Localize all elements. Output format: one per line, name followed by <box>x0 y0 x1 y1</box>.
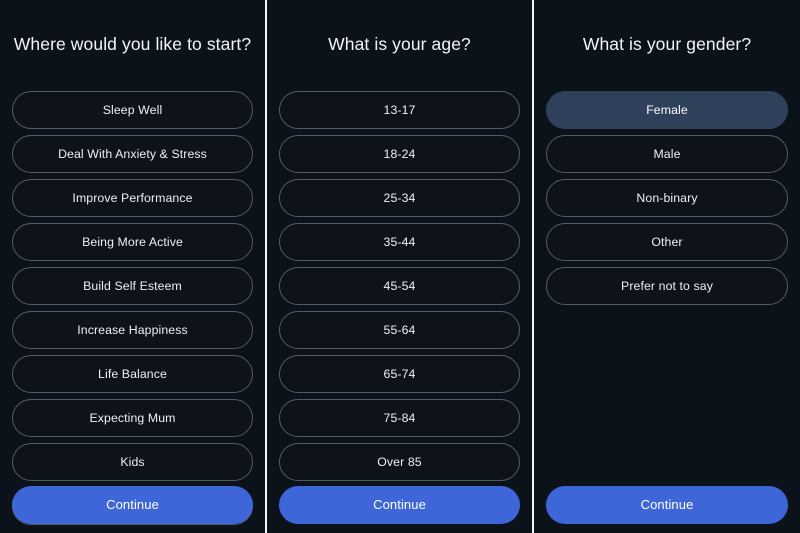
option-pill[interactable]: Female <box>546 91 788 129</box>
option-pill[interactable]: Male <box>546 135 788 173</box>
page-title: Where would you like to start? <box>13 34 252 54</box>
continue-button[interactable]: Continue <box>12 486 253 524</box>
option-pill[interactable]: Improve Performance <box>12 179 253 217</box>
option-pill[interactable]: Life Balance <box>12 355 253 393</box>
page-title: What is your age? <box>328 34 471 54</box>
option-pill[interactable]: Over 85 <box>279 443 520 481</box>
continue-button[interactable]: Continue <box>546 486 788 524</box>
option-pill[interactable]: 18-24 <box>279 135 520 173</box>
option-pill[interactable]: 13-17 <box>279 91 520 129</box>
option-pill[interactable]: 45-54 <box>279 267 520 305</box>
panel-gender: What is your gender? Female Male Non-binar… <box>534 0 800 533</box>
option-pill[interactable]: 75-84 <box>279 399 520 437</box>
option-pill[interactable]: Increase Happiness <box>12 311 253 349</box>
option-pill[interactable]: Prefer not to say <box>546 267 788 305</box>
option-pill[interactable]: Kids <box>12 443 253 481</box>
option-pill[interactable]: Build Self Esteem <box>12 267 253 305</box>
option-pill[interactable]: Expecting Mum <box>12 399 253 437</box>
continue-button[interactable]: Continue <box>279 486 520 524</box>
option-pill[interactable]: 25-34 <box>279 179 520 217</box>
option-pill[interactable]: Non-binary <box>546 179 788 217</box>
option-pill[interactable]: 35-44 <box>279 223 520 261</box>
option-list-age: 13-17 18-24 25-34 35-44 45-54 55-64 65-74 75-84… <box>279 91 520 533</box>
option-pill[interactable]: Other <box>546 223 788 261</box>
panel-age: What is your age? 13-17 18-24 25-34 35-44 45… <box>267 0 532 533</box>
option-pill[interactable]: Being More Active <box>12 223 253 261</box>
page-title: What is your gender? <box>582 34 752 54</box>
option-pill[interactable]: Sleep Well <box>12 91 253 129</box>
option-list-start-topic: Sleep Well Deal With Anxiety & Stress Impr… <box>12 91 253 533</box>
option-pill[interactable]: 55-64 <box>279 311 520 349</box>
option-pill[interactable]: 65-74 <box>279 355 520 393</box>
option-list-gender: Female Male Non-binary Other Prefer not to s… <box>546 91 788 533</box>
option-pill[interactable]: Deal With Anxiety & Stress <box>12 135 253 173</box>
onboarding-screens: Where would you like to start? Sleep Wel… <box>0 0 800 533</box>
panel-start-topic: Where would you like to start? Sleep Wel… <box>0 0 265 533</box>
